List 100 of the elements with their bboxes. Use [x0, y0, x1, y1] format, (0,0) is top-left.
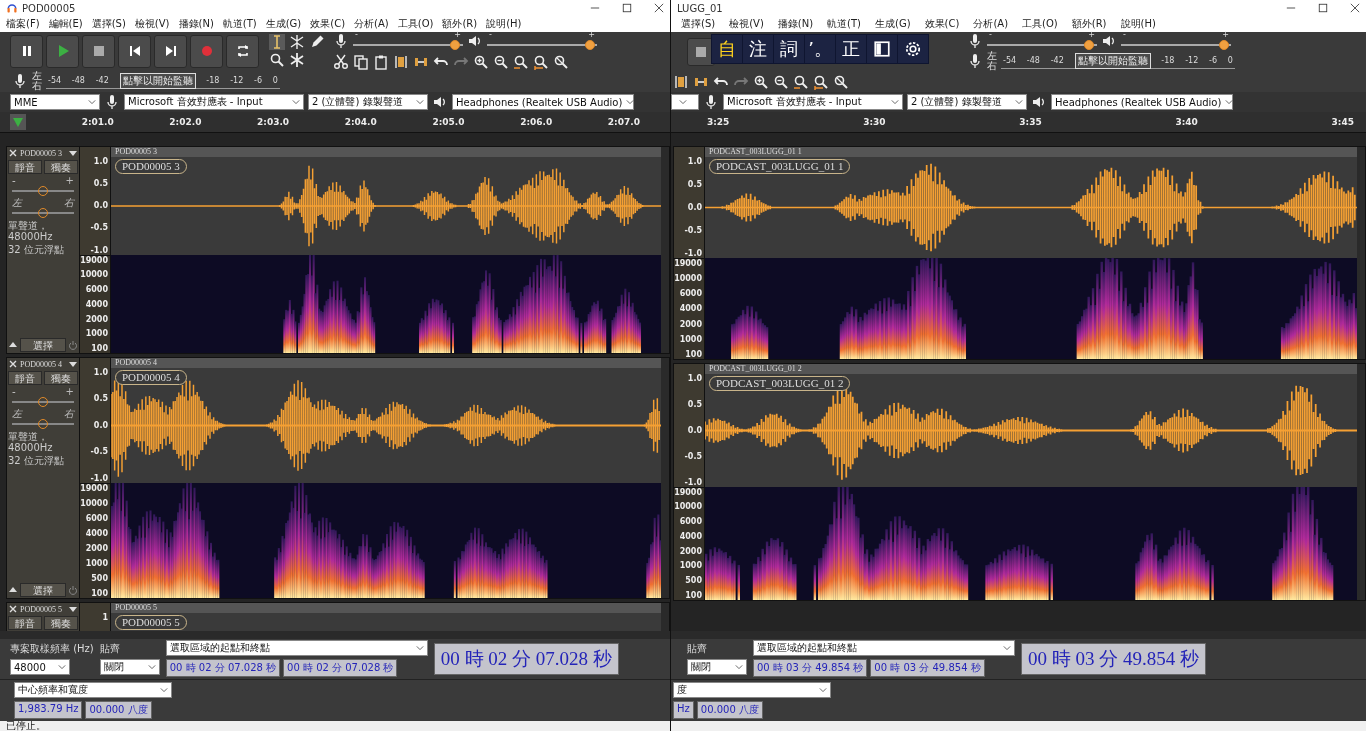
selection-mode-dropdown[interactable]: 選取區域的起點和終點 — [753, 640, 1015, 657]
slider-thumb[interactable] — [1083, 40, 1094, 50]
input-mode-button[interactable]: ’。 — [805, 35, 835, 63]
time-display[interactable]: 00 時 02 分 07.028 秒 — [433, 642, 619, 675]
slider-thumb[interactable] — [449, 39, 460, 50]
mute-button[interactable]: 靜音 — [8, 371, 42, 385]
asterisk-icon[interactable] — [289, 52, 305, 68]
slider-thumb[interactable] — [1218, 40, 1229, 50]
trim-icon[interactable] — [673, 74, 689, 90]
menu-item[interactable]: 軌道(T) — [827, 17, 862, 31]
dropdown-icon[interactable] — [68, 148, 78, 158]
clip-title-bar[interactable]: POD00005 5 — [111, 603, 661, 613]
zoom-out-icon[interactable] — [493, 53, 509, 70]
menu-item[interactable]: 選擇(S) — [681, 17, 716, 31]
clip-label[interactable]: PODCAST_003LUGG_01 2 — [709, 376, 851, 391]
scrollbar[interactable] — [1357, 364, 1365, 600]
scrollbar[interactable] — [661, 358, 669, 598]
spectrogram[interactable] — [705, 487, 1357, 600]
clip-title-bar[interactable]: POD00005 4 — [111, 358, 661, 368]
clip-label[interactable]: POD00005 5 — [115, 615, 187, 630]
menu-item[interactable]: 檢視(V) — [134, 17, 170, 31]
stop-button[interactable] — [82, 34, 115, 68]
clipboard-icon[interactable] — [373, 53, 389, 70]
collapse-icon[interactable] — [8, 340, 18, 350]
dropdown-icon[interactable] — [68, 359, 78, 369]
menu-item[interactable]: 編輯(E) — [48, 17, 83, 31]
center-frequency-field[interactable]: Hz — [673, 700, 694, 719]
envelope-tool-icon[interactable] — [289, 34, 305, 50]
clip-title-bar[interactable]: POD00005 3 — [111, 147, 661, 157]
play-button[interactable] — [46, 34, 79, 68]
select-button[interactable]: 選擇 — [20, 338, 66, 352]
monitor-label[interactable]: 點擊以開始監聽 — [119, 72, 196, 89]
solo-button[interactable]: 獨奏 — [44, 160, 78, 174]
resize-handle[interactable] — [0, 631, 670, 639]
mute-button[interactable]: 靜音 — [8, 616, 42, 630]
mute-button[interactable]: 靜音 — [8, 160, 42, 174]
zoom-toggle-icon[interactable] — [553, 53, 569, 70]
input-mode-button[interactable]: 注 — [743, 35, 773, 63]
menu-item[interactable]: 檔案(F) — [6, 17, 40, 31]
zoom-in-icon[interactable] — [753, 74, 769, 90]
selection-start-field[interactable]: 00 時 02 分 07.028 秒 — [165, 659, 281, 678]
menu-item[interactable]: 額外(R) — [1071, 17, 1107, 31]
clip-label[interactable]: PODCAST_003LUGG_01 1 — [709, 159, 851, 174]
power-icon[interactable] — [68, 340, 78, 350]
spectral-mode-dropdown[interactable]: 度 — [673, 681, 831, 698]
timeline-ruler[interactable]: 2:01.0 2:02.0 2:03.0 2:04.0 2:05.0 2:06.0 2:07.0 — [0, 112, 670, 133]
clip-title-bar[interactable]: PODCAST_003LUGG_01 2 — [705, 364, 1357, 374]
menu-item[interactable]: 說明(H) — [1120, 17, 1156, 31]
track-name[interactable]: POD00005 3 — [20, 148, 66, 158]
zoom-fit-selection-icon[interactable] — [513, 53, 529, 70]
menu-item[interactable]: 工具(O) — [1022, 17, 1058, 31]
scrollbar[interactable] — [661, 603, 669, 631]
magnifier-icon[interactable] — [269, 52, 285, 68]
selection-end-field[interactable]: 00 時 02 分 07.028 秒 — [283, 659, 398, 678]
zoom-fit-selection-icon[interactable] — [793, 74, 809, 90]
level-meter[interactable]: -54 -48 -42 點擊以開始監聽 -18 -12 -6 0 — [46, 73, 280, 89]
resize-handle[interactable] — [671, 631, 1366, 639]
center-frequency-field[interactable]: 1,983.79 Hz — [14, 700, 83, 719]
select-button[interactable]: 選擇 — [20, 583, 66, 597]
maximize-icon[interactable] — [622, 3, 632, 13]
clip-title-bar[interactable]: PODCAST_003LUGG_01 1 — [705, 147, 1357, 157]
scrollbar[interactable] — [661, 147, 669, 353]
menu-item[interactable]: 額外(R) — [442, 17, 478, 31]
collapse-icon[interactable] — [8, 585, 18, 595]
scissors-icon[interactable] — [333, 53, 349, 70]
spectral-mode-dropdown[interactable]: 中心頻率和寬度 — [14, 681, 172, 698]
menu-item[interactable]: 說明(H) — [486, 17, 522, 31]
selection-end-field[interactable]: 00 時 03 分 49.854 秒 — [870, 659, 985, 678]
level-meter[interactable]: -54 -48 -42 點擊以開始監聽 -18 -12 -6 0 — [1001, 53, 1235, 69]
zoom-out-icon[interactable] — [773, 74, 789, 90]
device-dropdown[interactable]: MME — [10, 94, 100, 110]
bandwidth-field[interactable]: 00.000 八度 — [696, 700, 763, 719]
skip-to-start-button[interactable] — [118, 34, 151, 68]
device-dropdown[interactable]: 2 (立體聲) 錄製聲道 — [907, 94, 1027, 110]
sample-rate-dropdown[interactable]: 48000 — [10, 659, 70, 676]
snap-dropdown[interactable]: 關閉 — [687, 659, 747, 676]
host-dropdown[interactable] — [671, 94, 699, 110]
device-dropdown[interactable]: Headphones (Realtek USB Audio) — [452, 94, 634, 110]
menu-item[interactable]: 播錄(N) — [178, 17, 214, 31]
clip-label[interactable]: POD00005 3 — [115, 159, 187, 174]
menu-item[interactable]: 效果(C) — [310, 17, 346, 31]
panel-icon[interactable] — [867, 35, 897, 63]
play-head-icon[interactable] — [10, 114, 26, 130]
close-icon[interactable] — [1350, 3, 1360, 13]
maximize-icon[interactable] — [1318, 3, 1328, 13]
input-mode-button[interactable]: 正 — [836, 35, 866, 63]
menu-item[interactable]: 檢視(V) — [729, 17, 764, 31]
zoom-toggle-icon[interactable] — [833, 74, 849, 90]
trim-icon[interactable] — [393, 53, 409, 70]
zoom-fit-project-icon[interactable] — [813, 74, 829, 90]
spectrogram[interactable] — [111, 483, 661, 598]
copy-icon[interactable] — [353, 53, 369, 70]
menu-item[interactable]: 分析(A) — [354, 17, 389, 31]
menu-item[interactable]: 生成(G) — [265, 17, 302, 31]
monitor-label[interactable]: 點擊以開始監聽 — [1074, 52, 1151, 69]
snap-dropdown[interactable]: 關閉 — [99, 659, 160, 676]
menu-item[interactable]: 分析(A) — [973, 17, 1009, 31]
settings-icon[interactable] — [898, 35, 928, 63]
menu-item[interactable]: 播錄(N) — [777, 17, 814, 31]
spectrogram[interactable] — [705, 258, 1357, 359]
